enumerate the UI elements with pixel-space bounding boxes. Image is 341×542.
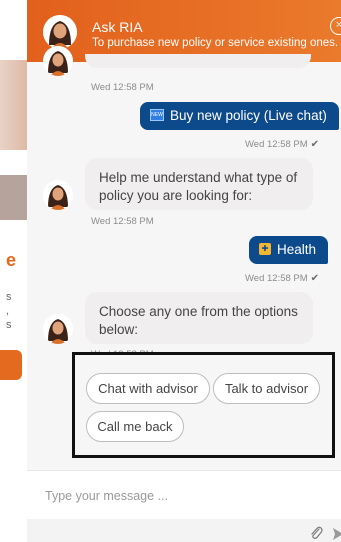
message-time: Wed 12:58 PM ✔: [245, 273, 319, 284]
bot-message: [85, 54, 311, 68]
agent-avatar: [43, 180, 73, 210]
send-icon[interactable]: [332, 527, 341, 541]
bot-message: Help me understand what type of policy y…: [85, 158, 313, 210]
background-text: e: [6, 250, 17, 270]
background-image: [0, 60, 27, 150]
chat-header: Ask RIA To purchase new policy or servic…: [27, 0, 341, 62]
user-message: NEW Buy new policy (Live chat): [140, 102, 339, 130]
close-icon[interactable]: ×: [330, 17, 341, 35]
background-page: e s,s: [0, 0, 27, 542]
message-time: Wed 12:58 PM: [91, 82, 154, 93]
quick-reply-options: Chat with advisor Talk to advisor Call m…: [72, 352, 335, 458]
health-icon: ✚: [259, 243, 271, 256]
agent-avatar: [43, 46, 73, 76]
option-talk-to-advisor[interactable]: Talk to advisor: [213, 373, 320, 404]
checkmark-icon: ✔: [310, 139, 320, 150]
paperclip-icon[interactable]: [309, 525, 323, 541]
message-input[interactable]: [43, 485, 317, 507]
chat-title: Ask RIA: [92, 19, 143, 35]
agent-avatar: [43, 314, 73, 344]
option-call-me-back[interactable]: Call me back: [86, 411, 184, 442]
background-image: [0, 175, 27, 220]
background-button: [0, 350, 22, 380]
option-chat-with-advisor[interactable]: Chat with advisor: [86, 373, 210, 404]
chat-widget: Ask RIA To purchase new policy or servic…: [27, 0, 341, 542]
new-badge-icon: NEW: [150, 109, 164, 122]
message-time: Wed 12:58 PM ✔: [245, 139, 319, 150]
user-message: ✚ Health: [249, 236, 329, 264]
composer-toolbar: [27, 519, 341, 542]
chat-subtitle: To purchase new policy or service existi…: [92, 37, 339, 49]
user-message-text: Health: [277, 242, 317, 257]
user-message-text: Buy new policy (Live chat): [170, 108, 327, 123]
agent-avatar: [43, 15, 77, 49]
message-time: Wed 12:58 PM: [91, 216, 154, 227]
message-composer: [27, 470, 341, 542]
message-time-text: Wed 12:58 PM: [245, 273, 308, 284]
background-text: s,s: [6, 291, 12, 331]
checkmark-icon: ✔: [310, 273, 320, 284]
message-time-text: Wed 12:58 PM: [245, 139, 308, 150]
bot-message: Choose any one from the options below:: [85, 292, 313, 344]
